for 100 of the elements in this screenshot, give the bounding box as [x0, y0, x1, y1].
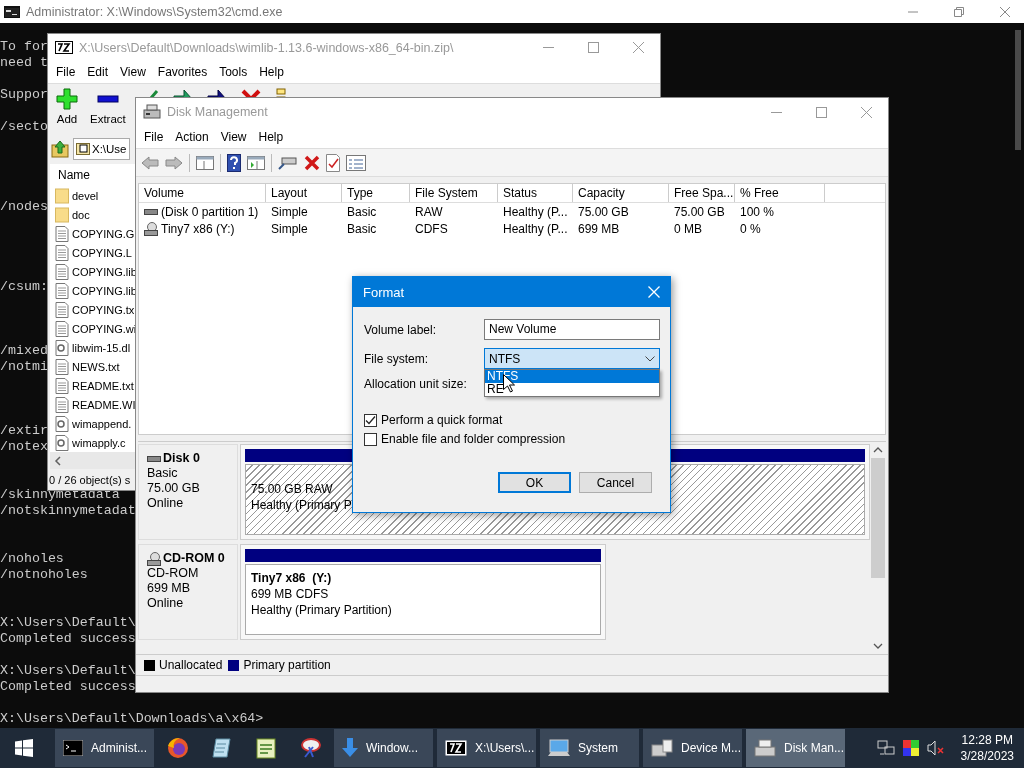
connect-icon[interactable]: [278, 155, 298, 170]
document-icon: [55, 377, 69, 394]
speaker-muted-icon[interactable]: [926, 740, 945, 756]
clock-time[interactable]: 12:28 PM: [961, 732, 1013, 748]
file-name[interactable]: NEWS.txt: [72, 360, 120, 373]
disk-detail: 75.00 GB: [147, 481, 201, 496]
menu-item[interactable]: View: [114, 65, 152, 79]
disk-app-icon: [754, 739, 776, 757]
file-name[interactable]: COPYING.G: [72, 227, 135, 240]
console-line: Suppor: [0, 87, 48, 102]
document-icon: [55, 396, 69, 413]
console-line: /noholes: [0, 551, 64, 566]
file-system-dropdown[interactable]: NTFS: [484, 348, 660, 369]
menu-item[interactable]: File: [138, 130, 170, 144]
menu-item[interactable]: View: [214, 130, 253, 144]
menu-item[interactable]: Action: [169, 130, 215, 144]
file-name[interactable]: libwim-15.dl: [72, 341, 131, 354]
file-name[interactable]: README.txt: [72, 379, 134, 392]
windows-logo-icon[interactable]: [15, 739, 33, 757]
column-header[interactable]: Type: [342, 184, 410, 202]
dropdown-option[interactable]: RE: [485, 383, 659, 396]
maximize-icon[interactable]: [588, 42, 599, 53]
menu-item[interactable]: File: [50, 65, 82, 79]
toolbar-label[interactable]: Add: [56, 113, 78, 125]
delete-icon[interactable]: [304, 154, 320, 171]
help-icon[interactable]: [227, 153, 241, 172]
taskbar-button[interactable]: X:\Users\...: [437, 729, 536, 767]
back-icon[interactable]: [141, 155, 159, 170]
scroll-up-icon[interactable]: [873, 446, 883, 454]
plus-icon[interactable]: [56, 88, 78, 110]
column-header[interactable]: Capacity: [573, 184, 669, 202]
window-title: Disk Management: [167, 105, 269, 119]
scroll-left-icon[interactable]: [54, 455, 62, 466]
file-name[interactable]: COPYING.L: [72, 246, 132, 259]
console-line: /notnoholes: [0, 567, 88, 582]
menu-item[interactable]: Favorites: [151, 65, 214, 79]
console-line: need t: [0, 55, 48, 70]
disk-info-panel[interactable]: Disk 0 Basic 75.00 GB Online: [138, 444, 238, 540]
disk-name: Disk 0: [163, 451, 200, 466]
checklist-icon[interactable]: [326, 153, 340, 172]
file-name[interactable]: wimappend.: [72, 417, 132, 430]
menu-item[interactable]: Help: [252, 130, 290, 144]
disk-info-panel[interactable]: CD-ROM 0 CD-ROM 699 MB Online: [138, 544, 238, 640]
column-header[interactable]: Volume: [139, 184, 266, 202]
column-header[interactable]: File System: [410, 184, 498, 202]
checkbox-label[interactable]: Enable file and folder compression: [381, 432, 566, 446]
partition-block[interactable]: Tiny7 x86 (Y:) 699 MB CDFS Healthy (Primary Partition): [240, 544, 606, 640]
menu-item[interactable]: Tools: [213, 65, 254, 79]
volume-label-field[interactable]: New Volume: [484, 319, 660, 340]
file-name[interactable]: README.WI: [72, 398, 136, 411]
archive-app-icon: [445, 740, 467, 756]
table-cell: 0 %: [740, 221, 761, 236]
maximize-icon[interactable]: [816, 106, 827, 118]
forward-icon[interactable]: [165, 155, 183, 170]
browser-icon[interactable]: [167, 737, 189, 759]
checkbox-label[interactable]: Perform a quick format: [381, 413, 503, 427]
dialog-button[interactable]: Cancel: [579, 472, 652, 493]
panel-icon[interactable]: [196, 154, 214, 171]
column-header[interactable]: Status: [498, 184, 573, 202]
clock-date[interactable]: 3/28/2023: [960, 748, 1014, 764]
column-header[interactable]: % Free: [735, 184, 825, 202]
taskbar-button[interactable]: System: [540, 729, 639, 767]
column-header[interactable]: Name: [58, 168, 90, 182]
network-icon[interactable]: [876, 740, 895, 756]
address-field[interactable]: X:\Use: [73, 138, 130, 160]
partition-detail: 75.00 GB RAW: [251, 481, 333, 497]
file-name[interactable]: COPYING.lib: [72, 265, 137, 278]
color-display-icon[interactable]: [902, 740, 919, 756]
toolbar-label[interactable]: Extract: [90, 113, 126, 125]
taskbar-button[interactable]: Administ...: [55, 729, 154, 767]
taskbar-button[interactable]: Window...: [334, 729, 433, 767]
file-name[interactable]: COPYING.lib: [72, 284, 137, 297]
properties-icon[interactable]: [346, 154, 366, 171]
checkbox[interactable]: [364, 432, 377, 446]
close-icon[interactable]: [1000, 6, 1010, 17]
notepad-icon[interactable]: [211, 737, 233, 759]
column-header[interactable]: Free Spa...: [669, 184, 735, 202]
taskbar-button[interactable]: Disk Man...: [746, 729, 845, 767]
up-folder-icon[interactable]: [51, 140, 69, 158]
file-name[interactable]: COPYING.wi: [72, 322, 137, 335]
file-name[interactable]: COPYING.tx: [72, 303, 135, 316]
file-name[interactable]: wimapply.c: [72, 436, 126, 449]
scrollbar-thumb[interactable]: [1015, 30, 1021, 150]
dialog-button[interactable]: OK: [498, 472, 571, 493]
close-icon[interactable]: [861, 106, 872, 118]
scroll-down-icon[interactable]: [873, 642, 883, 650]
menu-item[interactable]: Help: [253, 65, 290, 79]
file-name[interactable]: devel: [72, 189, 99, 202]
file-name[interactable]: doc: [72, 208, 90, 221]
table-cell: Basic: [347, 204, 377, 219]
checkbox[interactable]: [364, 413, 377, 427]
panel-icon[interactable]: [247, 154, 265, 171]
column-header[interactable]: Layout: [266, 184, 342, 202]
text-editor-icon[interactable]: [256, 737, 276, 759]
close-icon[interactable]: [633, 42, 644, 53]
taskbar-button[interactable]: Device M...: [643, 729, 742, 767]
restore-icon[interactable]: [954, 6, 964, 17]
console-line: /notex: [0, 439, 48, 454]
menu-item[interactable]: Edit: [81, 65, 115, 79]
console-line: Completed success: [0, 631, 136, 646]
